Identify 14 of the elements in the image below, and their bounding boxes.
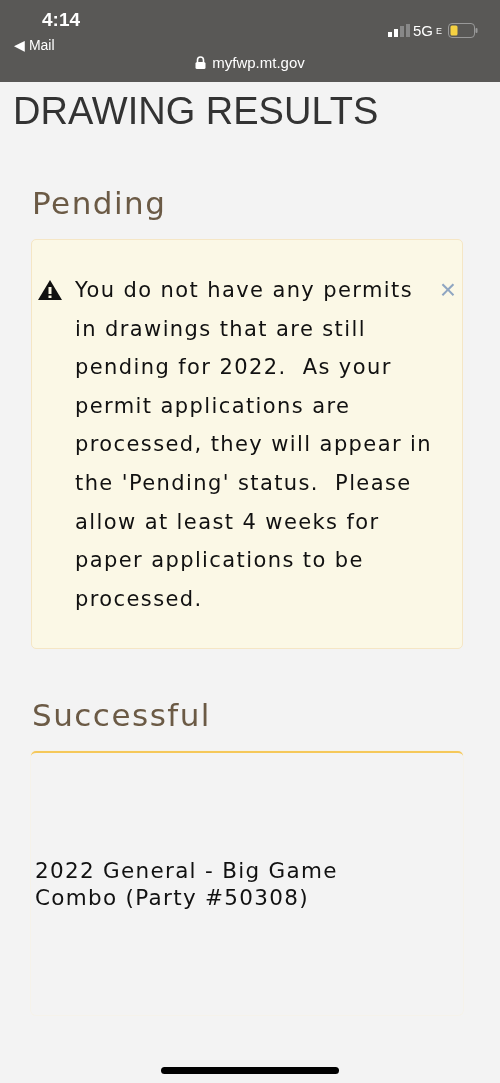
clock: 4:14 (42, 9, 81, 31)
alert-message: You do not have any permits in drawings that are still pending for 2022. As your permit applications are processed, they will appear in the 'Pending' status. Please allow at least 4 weeks for paper applications to be processed. (75, 277, 433, 613)
warning-icon (37, 279, 63, 301)
battery-icon (448, 23, 478, 38)
back-link[interactable]: ◀ Mail (14, 37, 55, 53)
result-title: 2022 General - Big Game Combo (Party #50308) (35, 857, 339, 912)
network-sublabel: E (436, 25, 442, 36)
network-label: 5G (412, 22, 433, 39)
page-title: DRAWING RESULTS (13, 90, 380, 133)
lock-icon (195, 56, 207, 69)
section-heading: Pending (32, 185, 168, 221)
url-text[interactable]: myfwp.mt.gov (212, 54, 305, 71)
signal-icon (387, 24, 410, 37)
section-heading: Successful (32, 697, 212, 734)
